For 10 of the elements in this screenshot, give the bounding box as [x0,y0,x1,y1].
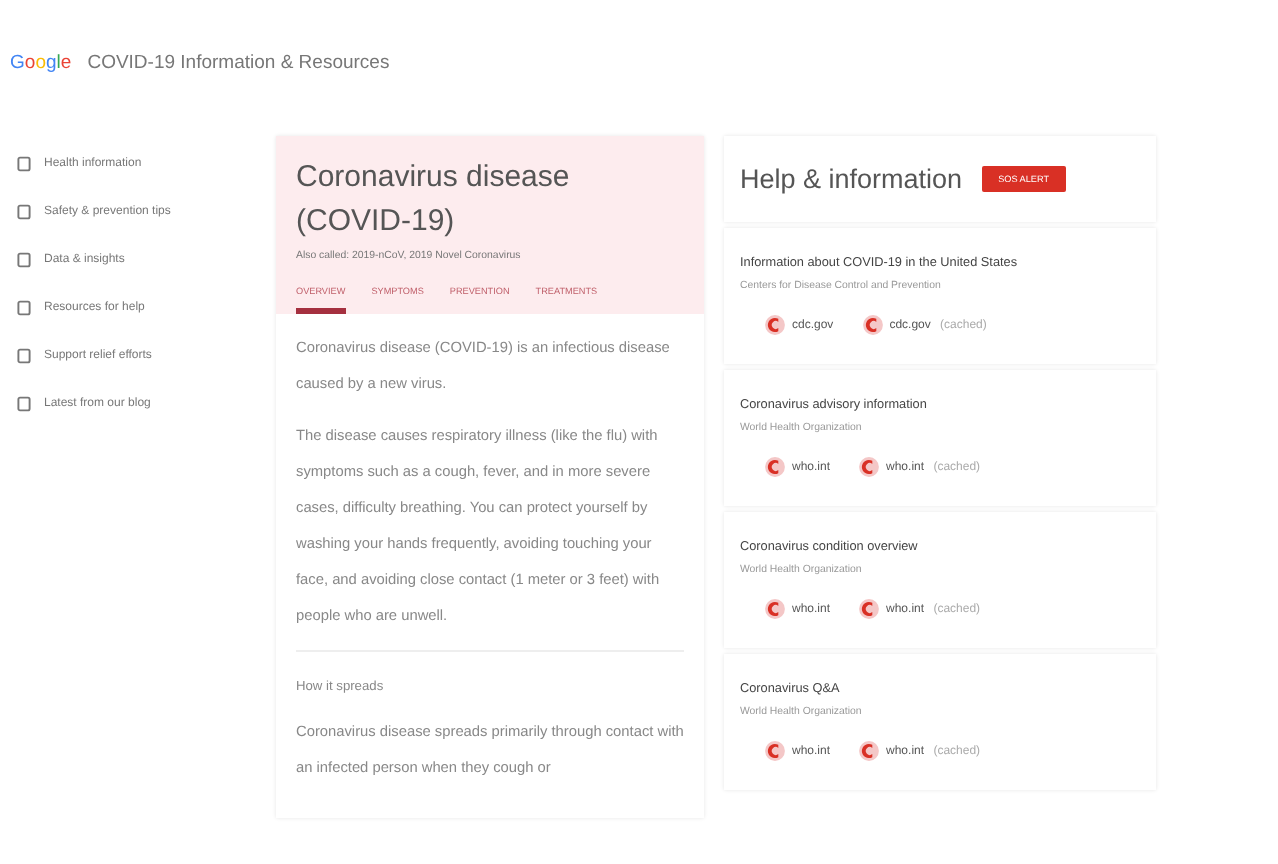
page-title: COVID-19 Information & Resources [87,51,390,73]
google-logo[interactable]: Google [10,51,72,73]
disease-title: Coronavirus disease (COVID-19) [296,158,572,242]
nav-icon [16,204,32,220]
nav-icon [16,156,32,172]
nav-icon [16,252,32,268]
nav-icon [16,396,32,412]
nav-icon [16,348,32,364]
help-title: Help & information [740,164,963,194]
nav-icon [16,300,32,316]
